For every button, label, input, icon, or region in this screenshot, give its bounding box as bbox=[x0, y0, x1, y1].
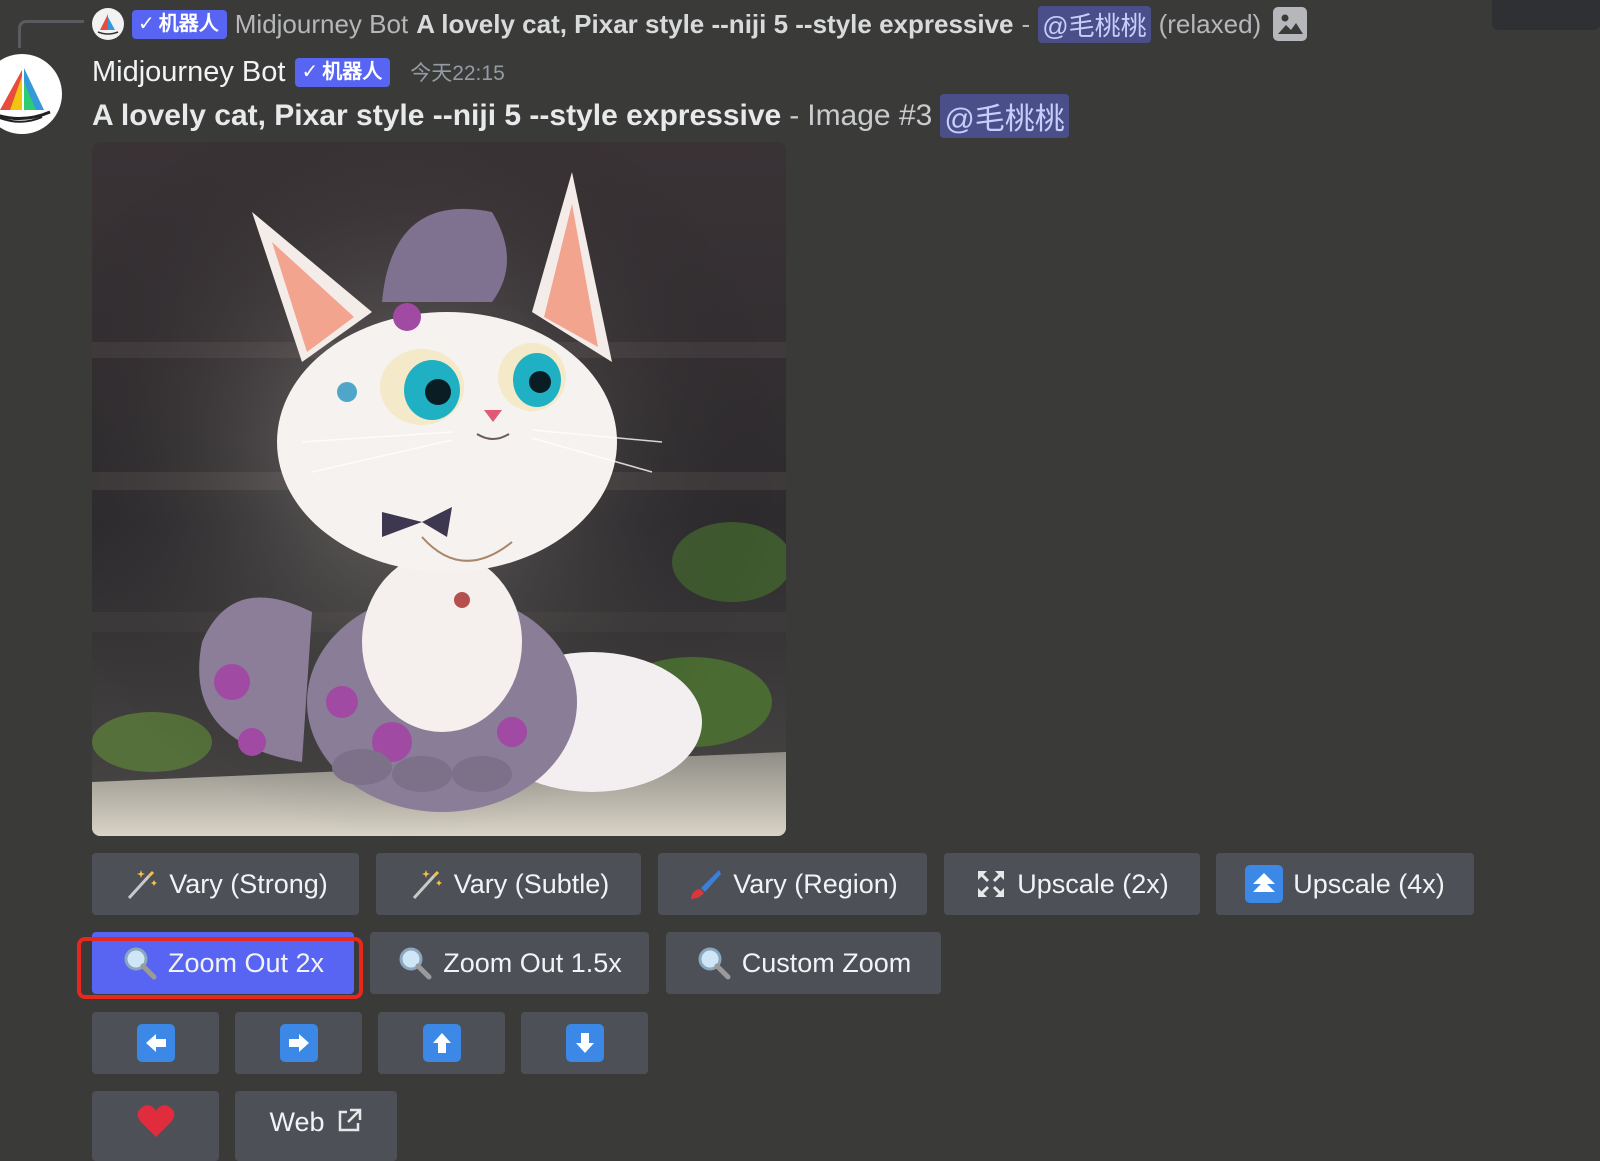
button-label: Upscale (2x) bbox=[1017, 868, 1169, 899]
pan-right-button[interactable] bbox=[235, 1012, 362, 1074]
bot-avatar[interactable] bbox=[0, 54, 62, 134]
magnifier-icon bbox=[698, 947, 731, 980]
upscale-2x-button[interactable]: Upscale (2x) bbox=[944, 853, 1200, 915]
double-up-arrow-icon bbox=[1245, 865, 1284, 903]
generated-image[interactable] bbox=[92, 142, 786, 836]
favorite-button[interactable] bbox=[92, 1091, 219, 1161]
bot-tag: ✓ 机器人 bbox=[295, 57, 391, 87]
vary-subtle-button[interactable]: Vary (Subtle) bbox=[376, 853, 641, 915]
reply-connector bbox=[18, 20, 84, 48]
button-label: Vary (Strong) bbox=[169, 868, 328, 899]
highlight-annotation bbox=[77, 937, 363, 999]
external-link-icon bbox=[338, 1108, 361, 1132]
heart-icon bbox=[137, 1105, 174, 1137]
zoom-out-1-5x-button[interactable]: Zoom Out 1.5x bbox=[370, 932, 649, 994]
image-icon[interactable] bbox=[1273, 7, 1308, 41]
button-label: Vary (Subtle) bbox=[453, 868, 610, 899]
image-label: Image #3 bbox=[807, 99, 933, 132]
check-icon: ✓ bbox=[138, 12, 155, 35]
username[interactable]: Midjourney Bot bbox=[92, 56, 285, 89]
expand-icon bbox=[978, 871, 1005, 897]
message-mention[interactable]: @毛桃桃 bbox=[940, 94, 1069, 138]
reply-bot-name[interactable]: Midjourney Bot bbox=[235, 9, 408, 40]
upscale-4x-button[interactable]: Upscale (4x) bbox=[1216, 853, 1474, 915]
reply-reference[interactable]: ✓ 机器人 Midjourney Bot A lovely cat, Pixar… bbox=[92, 4, 1308, 44]
message-prompt: A lovely cat, Pixar style --niji 5 --sty… bbox=[92, 99, 782, 132]
button-label: Zoom Out 1.5x bbox=[443, 947, 622, 978]
arrow-left-icon bbox=[136, 1024, 175, 1062]
reply-mode: (relaxed) bbox=[1158, 8, 1262, 39]
bot-tag: ✓ 机器人 bbox=[132, 9, 227, 39]
check-icon: ✓ bbox=[301, 60, 319, 83]
button-label: Web bbox=[269, 1107, 325, 1137]
magic-wand-icon bbox=[128, 870, 158, 900]
arrow-up-icon bbox=[422, 1024, 461, 1062]
reply-mention[interactable]: @毛桃桃 bbox=[1038, 5, 1151, 43]
corner-widget[interactable] bbox=[1492, 0, 1600, 30]
magnifier-icon bbox=[399, 947, 432, 980]
paintbrush-icon bbox=[691, 870, 722, 899]
vary-strong-button[interactable]: Vary (Strong) bbox=[92, 853, 359, 915]
message-content: A lovely cat, Pixar style --niji 5 --sty… bbox=[92, 94, 1069, 138]
pan-down-button[interactable] bbox=[521, 1012, 648, 1074]
reply-prompt[interactable]: A lovely cat, Pixar style --niji 5 --sty… bbox=[416, 9, 1013, 40]
pan-up-button[interactable] bbox=[378, 1012, 505, 1074]
arrow-down-icon bbox=[565, 1024, 604, 1062]
vary-region-button[interactable]: Vary (Region) bbox=[658, 853, 927, 915]
custom-zoom-button[interactable]: Custom Zoom bbox=[666, 932, 941, 994]
button-label: Upscale (4x) bbox=[1293, 868, 1445, 899]
button-label: Custom Zoom bbox=[741, 947, 912, 978]
message-separator: - bbox=[789, 99, 800, 132]
arrow-right-icon bbox=[279, 1024, 318, 1062]
web-link-button[interactable]: Web bbox=[235, 1091, 397, 1161]
timestamp: 今天22:15 bbox=[410, 62, 505, 85]
magic-wand-icon bbox=[412, 870, 442, 900]
message-header: Midjourney Bot ✓ 机器人 今天22:15 bbox=[92, 52, 505, 92]
button-label: Vary (Region) bbox=[733, 868, 898, 899]
reply-separator: - bbox=[1021, 8, 1031, 39]
pan-left-button[interactable] bbox=[92, 1012, 219, 1074]
bot-mini-avatar[interactable] bbox=[92, 8, 124, 40]
